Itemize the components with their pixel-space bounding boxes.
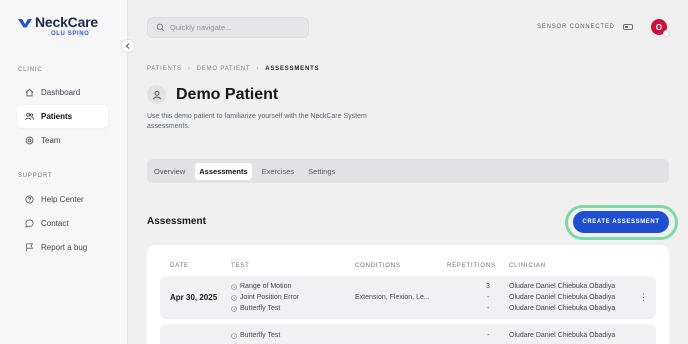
page-title: Demo Patient bbox=[176, 86, 279, 103]
test-item: Range of Motion bbox=[231, 283, 291, 290]
row-conditions: Extension, Flexion, Le... bbox=[355, 294, 430, 301]
avatar-status-dot bbox=[663, 30, 670, 37]
tab-settings[interactable]: Settings bbox=[304, 163, 339, 180]
users-icon bbox=[25, 112, 34, 121]
person-icon bbox=[147, 85, 166, 104]
column-header-test[interactable]: TEST bbox=[231, 263, 250, 269]
test-name: Butterfly Test bbox=[240, 332, 281, 339]
test-item: Butterfly Test bbox=[231, 305, 280, 312]
search-input[interactable]: Quickly navigate... bbox=[147, 17, 309, 38]
clock-icon bbox=[231, 305, 237, 312]
section-label-support: SUPPORT bbox=[18, 173, 53, 179]
chevron-right-icon: › bbox=[187, 66, 191, 72]
row-clinician: Oludare Daniel Chiebuka Obadiya bbox=[509, 283, 616, 290]
help-icon bbox=[25, 195, 34, 204]
sidebar-item-patients[interactable]: Patients bbox=[17, 105, 108, 128]
test-name: Joint Position Error bbox=[240, 294, 300, 301]
brand-name: NeckCare bbox=[35, 14, 98, 30]
home-icon bbox=[25, 88, 34, 97]
sidebar-item-label: Patients bbox=[41, 112, 73, 121]
row-clinician: Oludare Daniel Chiebuka Obadiya bbox=[509, 305, 616, 312]
breadcrumb-current: ASSESSMENTS bbox=[265, 66, 320, 72]
sidebar-item-label: Contact bbox=[41, 219, 69, 228]
battery-icon bbox=[622, 24, 633, 30]
flag-icon bbox=[25, 243, 34, 252]
breadcrumb-demo-patient[interactable]: DEMO PATIENT bbox=[197, 66, 251, 72]
row-repetitions: - bbox=[487, 294, 490, 301]
neckcare-logo-icon bbox=[18, 19, 32, 28]
row-menu-icon[interactable]: ⋮ bbox=[639, 292, 648, 303]
search-icon bbox=[156, 23, 165, 32]
collapse-sidebar-button[interactable] bbox=[121, 39, 135, 53]
breadcrumb: PATIENTS › DEMO PATIENT › ASSESSMENTS bbox=[147, 66, 319, 72]
sidebar-item-label: Report a bug bbox=[41, 243, 88, 252]
assessment-section-title: Assessment bbox=[147, 216, 206, 227]
sensor-status: SENSOR CONNECTED bbox=[537, 24, 633, 30]
chevron-right-icon: › bbox=[256, 66, 260, 72]
team-icon bbox=[25, 136, 34, 145]
patient-tabs: Overview Assessments Exercises Settings bbox=[147, 159, 669, 183]
clock-icon bbox=[231, 283, 237, 290]
search-placeholder: Quickly navigate... bbox=[170, 23, 232, 32]
test-item: Joint Position Error bbox=[231, 294, 299, 301]
sidebar: NeckCare OLU SPINO CLINIC Dashboard Pati… bbox=[0, 0, 128, 344]
sidebar-item-label: Help Center bbox=[41, 195, 84, 204]
chat-icon bbox=[25, 219, 34, 228]
row-repetitions: - bbox=[487, 305, 490, 312]
create-assessment-button[interactable]: CREATE ASSESSMENT bbox=[573, 211, 669, 233]
row-repetitions: - bbox=[487, 332, 490, 339]
clock-icon bbox=[231, 332, 237, 339]
row-repetitions: 3 bbox=[486, 283, 490, 290]
avatar-initial: O bbox=[655, 22, 663, 32]
section-label-clinic: CLINIC bbox=[18, 67, 43, 73]
brand-logo[interactable]: NeckCare OLU SPINO bbox=[18, 14, 98, 37]
column-header-repetitions[interactable]: REPETITIONS bbox=[447, 263, 496, 269]
tab-assessments[interactable]: Assessments bbox=[195, 162, 252, 180]
column-header-clinician[interactable]: CLINICIAN bbox=[509, 263, 546, 269]
row-clinician: Oludare Daniel Chiebuka Obadiya bbox=[509, 294, 616, 301]
test-name: Range of Motion bbox=[240, 283, 292, 290]
tab-exercises[interactable]: Exercises bbox=[258, 163, 299, 180]
column-header-date[interactable]: DATE bbox=[170, 263, 189, 269]
product-name: OLU SPINO bbox=[51, 31, 90, 37]
sidebar-item-report-bug[interactable]: Report a bug bbox=[17, 236, 108, 259]
row-date: Apr 30, 2025 bbox=[170, 293, 218, 302]
sidebar-item-label: Team bbox=[41, 136, 61, 145]
sidebar-item-help-center[interactable]: Help Center bbox=[17, 188, 108, 211]
clock-icon bbox=[231, 294, 237, 301]
sensor-status-label: SENSOR CONNECTED bbox=[537, 24, 615, 30]
chevron-left-icon bbox=[125, 43, 130, 49]
test-name: Butterfly Test bbox=[240, 305, 281, 312]
row-clinician: Oludare Daniel Chiebuka Obadiya bbox=[509, 332, 616, 339]
sidebar-item-dashboard[interactable]: Dashboard bbox=[17, 81, 108, 104]
sidebar-item-team[interactable]: Team bbox=[17, 129, 108, 152]
sidebar-item-label: Dashboard bbox=[41, 88, 81, 97]
test-item: Butterfly Test bbox=[231, 332, 280, 339]
tab-overview[interactable]: Overview bbox=[150, 163, 189, 180]
sidebar-item-contact[interactable]: Contact bbox=[17, 212, 108, 235]
column-header-conditions[interactable]: CONDITIONS bbox=[355, 263, 401, 269]
patient-description: Use this demo patient to familiarize you… bbox=[147, 113, 367, 130]
breadcrumb-patients[interactable]: PATIENTS bbox=[147, 66, 182, 72]
